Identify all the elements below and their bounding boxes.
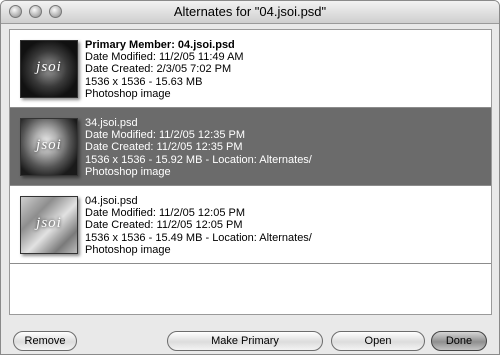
item-name: Primary Member: 04.jsoi.psd [85,39,235,51]
item-date-modified: Date Modified: 11/2/05 12:35 PM [85,129,246,142]
item-kind: Photoshop image [85,165,171,178]
thumbnail-logo: jsoi [36,59,62,75]
open-button[interactable]: Open [331,331,425,351]
title-bar[interactable]: Alternates for "04.jsoi.psd" [1,1,499,24]
window-title: Alternates for "04.jsoi.psd" [173,4,327,19]
item-size: 1536 x 1536 - 15.49 MB - Location: Alter… [85,231,312,244]
item-size: 1536 x 1536 - 15.92 MB - Location: Alter… [85,153,312,166]
alternates-list[interactable]: jsoi Primary Member: 04.jsoi.psd Date Mo… [9,29,492,315]
item-name: 34.jsoi.psd [85,117,138,129]
thumbnail-logo: jsoi [36,137,62,153]
image-thumbnail: jsoi [20,196,78,254]
item-date-modified: Date Modified: 11/2/05 12:05 PM [85,207,246,220]
item-kind: Photoshop image [85,243,171,256]
list-item[interactable]: jsoi 04.jsoi.psd Date Modified: 11/2/05 … [10,186,491,264]
list-item-selected[interactable]: jsoi 34.jsoi.psd Date Modified: 11/2/05 … [10,108,491,186]
image-thumbnail: jsoi [20,118,78,176]
item-kind: Photoshop image [85,87,171,100]
thumbnail-logo: jsoi [36,215,62,231]
done-button[interactable]: Done [431,331,487,351]
item-details: Primary Member: 04.jsoi.psd Date Modifie… [85,39,244,100]
item-date-created: Date Created: 11/2/05 12:35 PM [85,141,243,154]
item-date-modified: Date Modified: 11/2/05 11:49 AM [85,51,244,64]
alternates-window: Alternates for "04.jsoi.psd" jsoi Primar… [0,0,500,355]
item-date-created: Date Created: 2/3/05 7:02 PM [85,63,232,76]
item-details: 04.jsoi.psd Date Modified: 11/2/05 12:05… [85,195,312,256]
item-details: 34.jsoi.psd Date Modified: 11/2/05 12:35… [85,117,312,178]
make-primary-button[interactable]: Make Primary [167,331,323,351]
list-item-primary[interactable]: jsoi Primary Member: 04.jsoi.psd Date Mo… [10,30,491,108]
button-bar: Remove Make Primary Open Done [1,323,499,353]
remove-button[interactable]: Remove [13,331,77,351]
image-thumbnail: jsoi [20,40,78,98]
item-size: 1536 x 1536 - 15.63 MB [85,75,203,88]
item-name: 04.jsoi.psd [85,195,138,207]
item-date-created: Date Created: 11/2/05 12:05 PM [85,219,243,232]
